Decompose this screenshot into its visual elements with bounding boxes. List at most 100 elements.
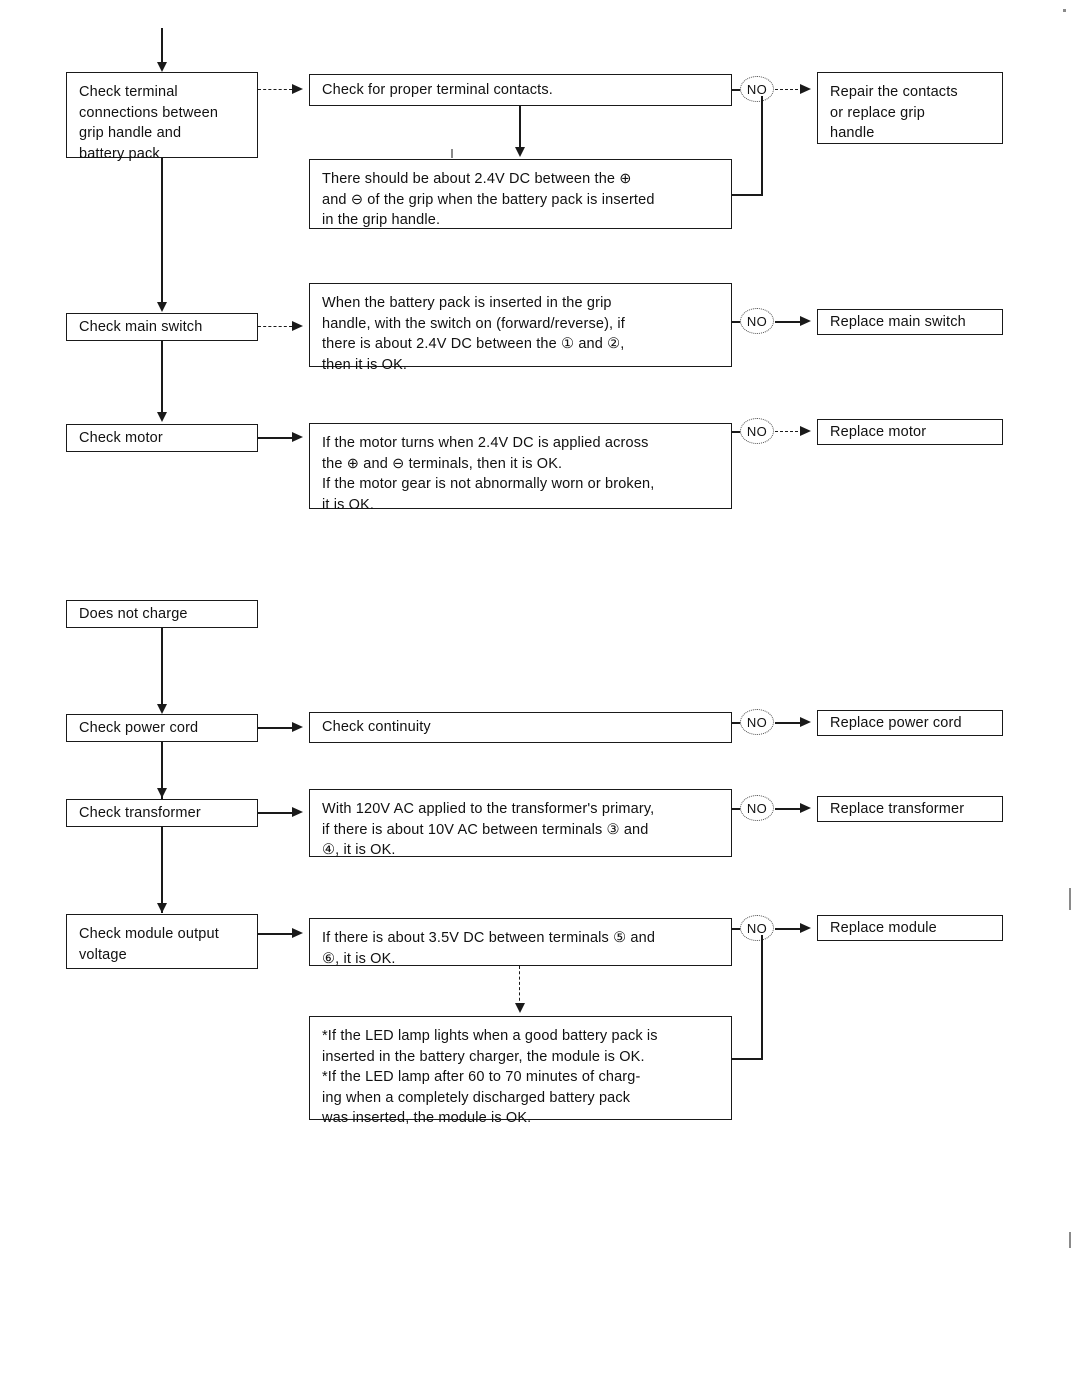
entry-connector-line (161, 28, 163, 64)
replace-module-label: Replace module (830, 919, 937, 936)
no-node-2-label: NO (746, 313, 768, 329)
test-motor-turns-box[interactable]: If the motor turns when 2.4V DC is appli… (309, 423, 732, 513)
check-motor-label: Check motor (79, 429, 163, 446)
replace-main-switch-box[interactable]: Replace main switch (817, 309, 1003, 335)
arrow-no1-to-repair (800, 83, 811, 94)
test-transformer-voltage-box[interactable]: With 120V AC applied to the transformer'… (309, 789, 732, 858)
arrow-no2-to-replace-switch (800, 315, 811, 326)
check-terminal-connections-label: Check terminal connections between grip … (79, 84, 219, 162)
connector-check2-to-check3 (161, 341, 163, 415)
replace-motor-label: Replace motor (830, 423, 927, 440)
replace-power-cord-box[interactable]: Replace power cord (817, 710, 1003, 736)
arrow-transformer-to-test (292, 806, 303, 817)
check-motor-box[interactable]: Check motor (66, 424, 258, 452)
no-node-5-label: NO (746, 800, 768, 816)
connector-no6-down (761, 935, 763, 1060)
no-node-4[interactable]: NO (740, 709, 774, 735)
test-led-lamp-label: *If the LED lamp lights when a good batt… (322, 1028, 658, 1127)
connector-no6-to-replace-module (775, 928, 803, 930)
test-main-switch-voltage-box[interactable]: When the battery pack is inserted in the… (309, 283, 732, 373)
connector-no4-to-replace-cord (775, 722, 803, 724)
arrow-power-cord-to-transformer (156, 788, 167, 798)
connector-transformer-to-test (258, 812, 292, 814)
check-transformer-box[interactable]: Check transformer (66, 799, 258, 827)
arrow-start-to-power-cord (156, 704, 167, 714)
scan-speck (1069, 1232, 1071, 1248)
test-grip-voltage-box[interactable]: There should be about 2.4V DC between th… (309, 159, 732, 229)
no-node-1-label: NO (746, 81, 768, 97)
connector-no3-to-replace-motor (775, 431, 803, 432)
test-module-voltage-label: If there is about 3.5V DC between termin… (322, 930, 656, 967)
connector-test2-to-no1 (732, 194, 763, 196)
no-node-4-label: NO (746, 714, 768, 730)
entry-arrow-head (156, 62, 167, 72)
no-node-2[interactable]: NO (740, 308, 774, 334)
arrow-transformer-to-module (156, 903, 167, 913)
does-not-charge-box[interactable]: Does not charge (66, 600, 258, 628)
connector-led-to-no6 (732, 1058, 763, 1060)
connector-no1-down (761, 96, 763, 196)
no-node-1[interactable]: NO (740, 76, 774, 102)
connector-check1-to-check2 (161, 158, 163, 304)
arrow-check3-to-test4 (292, 431, 303, 442)
replace-main-switch-label: Replace main switch (830, 313, 966, 330)
connector-check3-to-test4 (258, 437, 292, 439)
connector-power-cord-to-continuity (258, 727, 292, 729)
check-main-switch-box[interactable]: Check main switch (66, 313, 258, 341)
connector-no1-to-repair (775, 89, 803, 90)
test-transformer-voltage-label: With 120V AC applied to the transformer'… (322, 801, 655, 859)
check-terminal-connections-box[interactable]: Check terminal connections between grip … (66, 72, 258, 162)
check-power-cord-label: Check power cord (79, 719, 199, 736)
test-continuity-box[interactable]: Check continuity (309, 712, 732, 743)
does-not-charge-label: Does not charge (79, 605, 188, 622)
connector-module-test-to-led (519, 966, 520, 1006)
arrow-check2-to-check3 (156, 412, 167, 422)
replace-motor-box[interactable]: Replace motor (817, 419, 1003, 445)
check-module-output-voltage-box[interactable]: Check module output voltage (66, 914, 258, 969)
repair-contacts-box[interactable]: Repair the contacts or replace grip hand… (817, 72, 1003, 144)
arrow-check1-to-check2 (156, 302, 167, 312)
replace-power-cord-label: Replace power cord (830, 714, 962, 731)
check-main-switch-label: Check main switch (79, 318, 203, 335)
no-node-5[interactable]: NO (740, 795, 774, 821)
connector-transformer-to-module (161, 827, 163, 913)
no-node-3-label: NO (746, 423, 768, 439)
arrow-no6-to-replace-module (800, 922, 811, 933)
scan-speck (451, 149, 453, 158)
arrow-no5-to-replace-transformer (800, 802, 811, 813)
connector-no2-to-replace-switch (775, 321, 803, 323)
no-node-6-label: NO (746, 920, 768, 936)
test-terminal-contacts-label: Check for proper terminal contacts. (322, 81, 553, 98)
repair-contacts-label: Repair the contacts or replace grip hand… (830, 84, 958, 142)
check-power-cord-box[interactable]: Check power cord (66, 714, 258, 742)
test-main-switch-voltage-label: When the battery pack is inserted in the… (322, 295, 625, 373)
test-grip-voltage-label: There should be about 2.4V DC between th… (322, 171, 655, 229)
connector-no5-to-replace-transformer (775, 808, 803, 810)
arrow-power-cord-to-continuity (292, 721, 303, 732)
flowchart-page: Check terminal connections between grip … (0, 0, 1080, 1387)
replace-transformer-box[interactable]: Replace transformer (817, 796, 1003, 822)
test-motor-turns-label: If the motor turns when 2.4V DC is appli… (322, 435, 655, 513)
check-transformer-label: Check transformer (79, 804, 201, 821)
connector-test1-to-test2 (519, 106, 521, 150)
test-led-lamp-box[interactable]: *If the LED lamp lights when a good batt… (309, 1016, 732, 1126)
check-module-output-voltage-label: Check module output voltage (79, 926, 219, 963)
no-node-6[interactable]: NO (740, 915, 774, 941)
arrow-check2-to-test3 (292, 320, 303, 331)
test-continuity-label: Check continuity (322, 719, 431, 736)
arrow-check1-to-test1 (292, 83, 303, 94)
scan-speck (1069, 888, 1071, 910)
connector-check1-to-test1 (258, 89, 292, 90)
connector-start-to-power-cord (161, 628, 163, 708)
scan-speck (1063, 9, 1066, 12)
test-module-voltage-box[interactable]: If there is about 3.5V DC between termin… (309, 918, 732, 967)
replace-transformer-label: Replace transformer (830, 800, 965, 817)
arrow-test1-to-test2 (514, 147, 525, 157)
replace-module-box[interactable]: Replace module (817, 915, 1003, 941)
arrow-module-test-to-led (514, 1003, 525, 1013)
connector-check2-to-test3 (258, 326, 292, 327)
connector-module-to-test (258, 933, 292, 935)
arrow-module-to-test (292, 927, 303, 938)
test-terminal-contacts-box[interactable]: Check for proper terminal contacts. (309, 74, 732, 106)
no-node-3[interactable]: NO (740, 418, 774, 444)
